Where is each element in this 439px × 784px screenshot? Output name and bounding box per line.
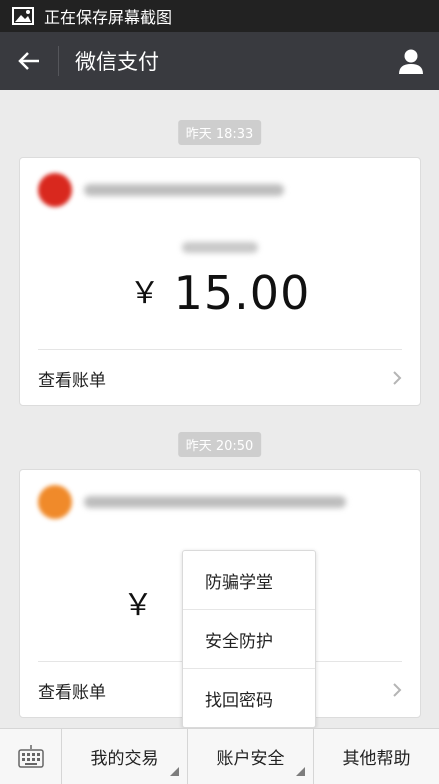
menu-tab-label: 账户安全 bbox=[216, 749, 285, 769]
bottom-menu-bar: 我的交易 账户安全 其他帮助 bbox=[0, 728, 439, 784]
message-timestamp: 昨天 18:33 bbox=[177, 120, 262, 145]
merchant-name-blurred bbox=[84, 184, 284, 196]
title-bar: 微信支付 bbox=[0, 32, 439, 90]
merchant-row bbox=[20, 158, 420, 222]
menu-tab-other-help[interactable]: 其他帮助 bbox=[314, 729, 439, 784]
menu-tab-label: 其他帮助 bbox=[342, 749, 411, 769]
merchant-name-blurred bbox=[84, 496, 346, 508]
merchant-logo bbox=[38, 485, 72, 519]
currency-symbol: ￥ bbox=[123, 588, 153, 623]
payment-card[interactable]: ￥ 15.00 查看账单 bbox=[19, 157, 421, 406]
account-security-popup-menu: 防骗学堂 安全防护 找回密码 bbox=[182, 550, 316, 728]
status-text: 正在保存屏幕截图 bbox=[44, 8, 173, 27]
back-arrow-icon bbox=[18, 52, 39, 70]
submenu-indicator-icon bbox=[296, 767, 305, 776]
amount: ￥ 15.00 bbox=[20, 266, 420, 320]
view-bill-label: 查看账单 bbox=[38, 682, 106, 703]
menu-tab-label: 我的交易 bbox=[90, 749, 159, 769]
back-button[interactable] bbox=[0, 32, 58, 90]
view-bill-label: 查看账单 bbox=[38, 370, 106, 391]
status-bar: 正在保存屏幕截图 bbox=[0, 0, 439, 32]
title-divider bbox=[58, 46, 59, 76]
popup-item-security-protection[interactable]: 安全防护 bbox=[183, 610, 315, 669]
amount-label-blurred bbox=[182, 242, 258, 253]
keyboard-toggle-button[interactable] bbox=[0, 729, 62, 784]
chevron-right-icon bbox=[393, 371, 402, 385]
page-title: 微信支付 bbox=[75, 50, 159, 74]
message-timestamp: 昨天 20:50 bbox=[177, 432, 262, 457]
view-bill-link[interactable]: 查看账单 bbox=[20, 350, 420, 406]
submenu-indicator-icon bbox=[170, 767, 179, 776]
profile-button[interactable] bbox=[393, 43, 429, 79]
profile-icon bbox=[399, 49, 423, 74]
menu-tab-account-security[interactable]: 账户安全 bbox=[188, 729, 314, 784]
popup-item-anti-fraud[interactable]: 防骗学堂 bbox=[183, 551, 315, 610]
menu-tab-my-transactions[interactable]: 我的交易 bbox=[62, 729, 188, 784]
chevron-right-icon bbox=[393, 683, 402, 697]
merchant-row bbox=[20, 470, 420, 534]
amount-value: 15.00 bbox=[173, 266, 311, 320]
keyboard-icon bbox=[17, 744, 44, 768]
image-icon bbox=[12, 7, 34, 25]
merchant-logo bbox=[38, 173, 72, 207]
popup-item-recover-password[interactable]: 找回密码 bbox=[183, 669, 315, 728]
currency-symbol: ￥ bbox=[129, 276, 160, 311]
